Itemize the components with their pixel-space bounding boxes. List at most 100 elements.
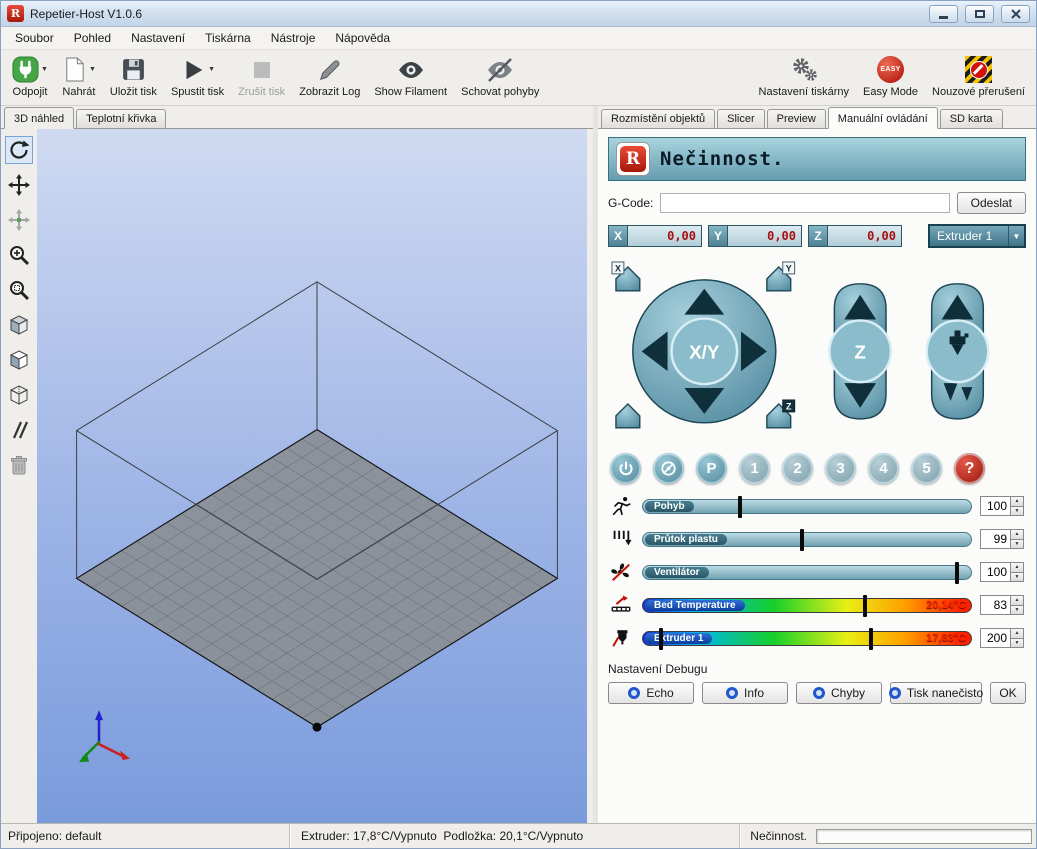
z-coordinate: Z 0,00 [808, 225, 902, 247]
extruder-temperature-handle[interactable] [869, 628, 873, 650]
preset-4-button[interactable]: 4 [868, 453, 899, 484]
printer-settings-button[interactable]: Nastavení tiskárny [752, 52, 856, 105]
spin-down-icon[interactable]: ▼ [1010, 572, 1024, 583]
play-icon [180, 57, 206, 83]
tab-manual-control[interactable]: Manuální ovládání [828, 107, 938, 129]
start-print-button[interactable]: ▼ Spustit tisk [164, 52, 231, 105]
preset-5-button[interactable]: 5 [911, 453, 942, 484]
spin-up-icon[interactable]: ▲ [1010, 628, 1024, 638]
side-view-tool[interactable] [5, 381, 33, 409]
move-object-tool[interactable] [5, 206, 33, 234]
spin-up-icon[interactable]: ▲ [1010, 595, 1024, 605]
flow-handle[interactable] [800, 529, 804, 551]
chevron-down-icon[interactable]: ▼ [41, 66, 48, 73]
fan-slider[interactable]: Ventilátor [642, 565, 972, 580]
menu-nastroje[interactable]: Nástroje [261, 28, 326, 48]
spin-up-icon[interactable]: ▲ [1010, 496, 1024, 506]
tab-3d-view[interactable]: 3D náhled [4, 107, 74, 129]
debug-echo-button[interactable]: Echo [608, 682, 694, 704]
fan-input[interactable] [980, 562, 1010, 582]
power-button[interactable] [610, 453, 641, 484]
spin-down-icon[interactable]: ▼ [1010, 539, 1024, 550]
flow-slider[interactable]: Průtok plastu [642, 532, 972, 547]
menu-napoveda[interactable]: Nápověda [325, 28, 400, 48]
plug-icon [12, 56, 39, 83]
chevron-down-icon[interactable]: ▼ [208, 66, 215, 73]
show-log-button[interactable]: Zobrazit Log [292, 52, 367, 105]
bed-temperature-input[interactable] [980, 595, 1010, 615]
toggle-icon [726, 687, 738, 699]
hide-travel-button[interactable]: Schovat pohyby [454, 52, 546, 105]
minimize-button[interactable] [929, 5, 958, 23]
show-filament-button[interactable]: Show Filament [367, 52, 454, 105]
rotate-view-tool[interactable] [5, 136, 33, 164]
send-gcode-button[interactable]: Odeslat [957, 192, 1026, 214]
debug-info-button[interactable]: Info [702, 682, 788, 704]
debug-errors-button[interactable]: Chyby [796, 682, 882, 704]
tab-sd-card[interactable]: SD karta [940, 109, 1003, 128]
debug-dryrun-button[interactable]: Tisk nanečisto [890, 682, 982, 704]
help-button[interactable]: ? [954, 453, 985, 484]
motors-off-button[interactable] [653, 453, 684, 484]
tab-preview[interactable]: Preview [767, 109, 826, 128]
spin-down-icon[interactable]: ▼ [1010, 638, 1024, 649]
z-jog-pad[interactable]: Z [829, 284, 891, 419]
tab-temperature-curve[interactable]: Teplotní křivka [76, 109, 166, 128]
zoom-in-tool[interactable] [5, 241, 33, 269]
parallel-projection-tool[interactable] [5, 416, 33, 444]
iso-view-tool[interactable] [5, 311, 33, 339]
menu-tiskarna[interactable]: Tiskárna [195, 28, 261, 48]
chevron-down-icon[interactable]: ▼ [89, 66, 96, 73]
spin-down-icon[interactable]: ▼ [1010, 506, 1024, 517]
feedrate-handle[interactable] [738, 496, 742, 518]
disconnect-button[interactable]: ▼ Odpojit [5, 52, 55, 105]
spin-up-icon[interactable]: ▲ [1010, 529, 1024, 539]
home-x-button[interactable]: X [612, 262, 640, 291]
bed-temperature-handle[interactable] [863, 595, 867, 617]
menu-soubor[interactable]: Soubor [5, 28, 64, 48]
flow-input[interactable] [980, 529, 1010, 549]
preset-1-button[interactable]: 1 [739, 453, 770, 484]
preset-2-button[interactable]: 2 [782, 453, 813, 484]
load-button[interactable]: ▼ Nahrát [55, 52, 103, 105]
pan-view-tool[interactable] [5, 171, 33, 199]
menu-nastaveni[interactable]: Nastavení [121, 28, 195, 48]
home-all-button[interactable] [616, 404, 640, 428]
save-print-button[interactable]: Uložit tisk [103, 52, 164, 105]
preset-3-button[interactable]: 3 [825, 453, 856, 484]
stop-icon [250, 58, 274, 82]
close-button[interactable] [1001, 5, 1030, 23]
maximize-button[interactable] [965, 5, 994, 23]
extruder-temperature-input[interactable] [980, 628, 1010, 648]
delete-object-tool[interactable] [5, 451, 33, 479]
extruder-temperature-slider[interactable]: Extruder 1 17,83°C [642, 631, 972, 646]
emergency-stop-button[interactable]: Nouzové přerušení [925, 52, 1032, 105]
extruder-jog-pad[interactable] [927, 284, 989, 419]
gcode-input[interactable] [660, 193, 949, 213]
ok-button[interactable]: OK [990, 682, 1026, 704]
tab-object-placement[interactable]: Rozmístění objektů [601, 109, 715, 128]
feedrate-input[interactable] [980, 496, 1010, 516]
spin-down-icon[interactable]: ▼ [1010, 605, 1024, 616]
park-button[interactable]: P [696, 453, 727, 484]
feedrate-slider[interactable]: Pohyb [642, 499, 972, 514]
main-toolbar: ▼ Odpojit ▼ Nahrát Uložit tisk [1, 50, 1036, 106]
bed-temperature-slider[interactable]: Bed Temperature 20,14°C [642, 598, 972, 613]
tab-slicer[interactable]: Slicer [717, 109, 765, 128]
bed-current-temperature: 20,14°C [926, 599, 966, 612]
extruder-select[interactable]: Extruder 1 ▼ [928, 224, 1026, 248]
printer-status-text: Nečinnost. [660, 148, 784, 170]
home-y-button[interactable]: Y [767, 262, 795, 291]
gears-icon [790, 56, 818, 84]
emergency-stop-icon [965, 56, 992, 83]
eye-icon [397, 56, 425, 84]
easy-mode-button[interactable]: EASY Easy Mode [856, 52, 925, 105]
spin-up-icon[interactable]: ▲ [1010, 562, 1024, 572]
home-z-button[interactable]: Z [767, 400, 795, 428]
menu-pohled[interactable]: Pohled [64, 28, 121, 48]
fan-handle[interactable] [955, 562, 959, 584]
3d-viewport[interactable] [37, 129, 587, 823]
extruder-temperature-spinbox: ▲ ▼ [980, 628, 1026, 648]
front-view-tool[interactable] [5, 346, 33, 374]
zoom-fit-tool[interactable] [5, 276, 33, 304]
